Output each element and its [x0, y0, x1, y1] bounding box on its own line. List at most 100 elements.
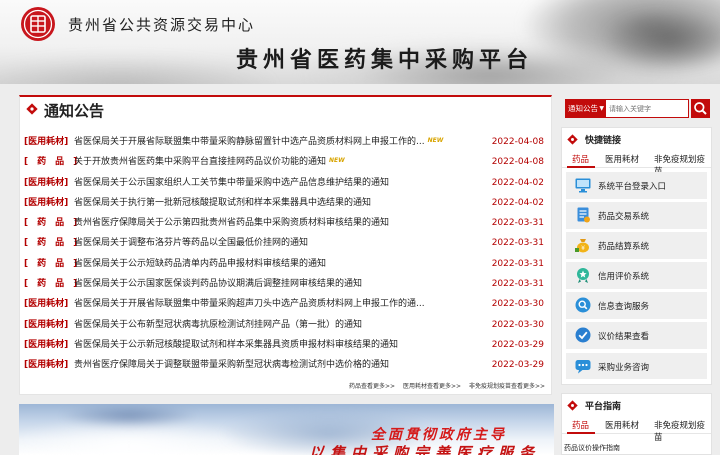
notice-item[interactable]: [医用耗材] 省医保局关于公示国家组织人工关节集中带量采购中选产品信息维护结果的通…: [24, 173, 548, 193]
notice-title-link[interactable]: 贵州省医疗保障局关于公示第四批贵州省药品集中采购资质材料审核结果的通知: [74, 213, 389, 233]
notice-category: [医用耗材]: [24, 177, 69, 188]
notice-title-link[interactable]: 省医保局关于公示国家组织人工关节集中带量采购中选产品信息维护结果的通知: [74, 173, 389, 193]
notice-category: [ 药 品 ]: [24, 238, 78, 249]
notice-item[interactable]: [医用耗材] 省医保局关于执行第一批新冠核酸提取试剂和样本采集器具中选结果的通知 2…: [24, 193, 548, 213]
notice-item[interactable]: [ 药 品 ] 关于开放贵州省医药集中采购平台直接挂网药品议价功能的通知 NEW 20…: [24, 152, 548, 172]
diamond-icon: [567, 400, 578, 411]
quick-link-info-query[interactable]: 信息查询服务: [566, 292, 707, 319]
notice-date: 2022-03-31: [491, 218, 544, 229]
notice-category: [医用耗材]: [24, 339, 69, 350]
quick-link-label: 系统平台登录入口: [598, 182, 667, 192]
money-bag-icon: ¥: [575, 239, 589, 253]
notice-item[interactable]: [医用耗材] 省医保局关于公布新型冠状病毒抗原检测试剂挂网产品（第一批）的通知 20…: [24, 315, 548, 335]
notice-item[interactable]: [医用耗材] 省医保局关于开展省际联盟集中带量采购超声刀头中选产品资质材料网上申报…: [24, 294, 548, 314]
guide-title: 平台指南: [585, 402, 622, 412]
notice-title-link[interactable]: 关于开放贵州省医药集中采购平台直接挂网药品议价功能的通知 NEW: [74, 152, 345, 172]
notice-text: 省医保局关于调整布洛芬片等药品以全国最低价挂网的通知: [74, 238, 309, 249]
quick-links-tabs: 药品 医用耗材 非免疫规划疫苗: [562, 150, 711, 177]
notice-category: [医用耗材]: [24, 299, 69, 310]
active-tab-indicator: [567, 166, 595, 168]
notice-text: 贵州省医疗保障局关于公示第四批贵州省药品集中采购资质材料审核结果的通知: [74, 218, 390, 229]
notice-item[interactable]: [医用耗材] 省医保局关于公示新冠核酸提取试剂和样本采集器具资质申报材料审核结果的…: [24, 335, 548, 355]
quick-link-label: 信用评价系统: [598, 272, 650, 283]
platform-name: 贵州省医药集中采购平台: [236, 47, 534, 73]
search-input[interactable]: [606, 99, 689, 118]
guide-tab-drugs[interactable]: 药品: [572, 419, 589, 431]
guide-tabs: 药品 医用耗材 非免疫规划疫苗: [562, 416, 711, 443]
document-icon: [577, 207, 590, 223]
guide-header: 平台指南: [562, 394, 711, 416]
tab-drugs[interactable]: 药品: [572, 153, 589, 165]
search-icon: [694, 102, 707, 115]
notice-item[interactable]: [医用耗材] 贵州省医疗保障局关于调整联盟带量采购新型冠状病毒检测试剂中选价格的通…: [24, 355, 548, 375]
quick-link-credit[interactable]: 信用评价系统: [566, 262, 707, 289]
guide-tab-consumables[interactable]: 医用耗材: [605, 419, 639, 431]
search-icon: [575, 297, 591, 313]
cloud: [59, 404, 199, 428]
quick-links-panel: 快捷链接 药品 医用耗材 非免疫规划疫苗 系统平台登录入口 药品交易系: [561, 127, 712, 385]
notice-title-link[interactable]: 省医保局关于开展省际联盟集中带量采购超声刀头中选产品资质材料网上申报工作的通..…: [74, 294, 425, 314]
notice-title: 通知公告: [44, 102, 105, 120]
chat-icon: [575, 359, 591, 374]
quick-link-negotiation[interactable]: 议价结果查看: [566, 322, 707, 349]
diamond-icon: [567, 134, 578, 145]
notice-text: 省医保局关于公示短缺药品清单内药品申报材料审核结果的通知: [74, 258, 327, 269]
notice-title-link[interactable]: 省医保局关于公示新冠核酸提取试剂和样本采集器具资质申报材料审核结果的通知: [74, 335, 398, 355]
quick-link-drug-trading[interactable]: 药品交易系统: [566, 202, 707, 229]
search-button[interactable]: [691, 99, 710, 118]
quick-link-consulting[interactable]: 采购业务咨询: [566, 352, 707, 380]
more-link-drugs[interactable]: 药品查看更多>>: [349, 383, 395, 390]
logo-icon[interactable]: [20, 6, 56, 42]
notice-date: 2022-04-02: [491, 177, 544, 188]
notice-text: 省医保局关于公示国家组织人工关节集中带量采购中选产品信息维护结果的通知: [74, 177, 390, 188]
notice-category: [医用耗材]: [24, 360, 69, 371]
more-link-consumables[interactable]: 医用耗材查看更多>>: [403, 383, 461, 390]
notice-title-link[interactable]: 省医保局关于公示短缺药品清单内药品申报材料审核结果的通知: [74, 254, 326, 274]
quick-link-label: 议价结果查看: [598, 332, 650, 343]
guide-item[interactable]: 药品议价操作指南: [564, 443, 620, 453]
notice-item[interactable]: [ 药 品 ] 贵州省医疗保障局关于公示第四批贵州省药品集中采购资质材料审核结果的…: [24, 213, 548, 233]
quick-link-settlement[interactable]: ¥ 药品结算系统: [566, 232, 707, 259]
notice-date: 2022-03-30: [491, 319, 544, 330]
quick-link-label: 采购业务咨询: [598, 362, 650, 373]
notice-item[interactable]: [ 药 品 ] 省医保局关于调整布洛芬片等药品以全国最低价挂网的通知 2022-03…: [24, 233, 548, 253]
notice-title-link[interactable]: 省医保局关于公示国家医保谈判药品协议期满后调整挂网审核结果的通知: [74, 274, 362, 294]
promo-banner[interactable]: 全面贯彻政府主导 以集中采购完善医疗服务: [19, 404, 554, 455]
notice-date: 2022-03-29: [491, 360, 544, 371]
new-badge: NEW: [329, 157, 345, 165]
new-badge: NEW: [427, 137, 444, 144]
notice-text: 省医保局关于开展省际联盟集中带量采购静脉留置针中选产品资质材料网上申报工作的..…: [74, 137, 425, 147]
more-link-vaccines[interactable]: 非免疫规划疫苗查看更多>>: [469, 383, 545, 390]
notice-item[interactable]: [ 药 品 ] 省医保局关于公示国家医保谈判药品协议期满后调整挂网审核结果的通知 2…: [24, 274, 548, 294]
org-name: 贵州省公共资源交易中心: [68, 16, 256, 34]
search-category-select[interactable]: 通知公告 ▼: [565, 99, 606, 118]
notice-text: 省医保局关于公示国家医保谈判药品协议期满后调整挂网审核结果的通知: [74, 279, 363, 290]
notice-date: 2022-03-29: [491, 339, 544, 350]
monitor-icon: [575, 178, 591, 193]
quick-link-label: 药品交易系统: [598, 212, 650, 223]
notice-title-link[interactable]: 省医保局关于执行第一批新冠核酸提取试剂和样本采集器具中选结果的通知: [74, 193, 371, 213]
banner-slogan-1: 全面贯彻政府主导: [371, 427, 507, 443]
notice-title-link[interactable]: 省医保局关于调整布洛芬片等药品以全国最低价挂网的通知: [74, 233, 308, 253]
notice-date: 2022-03-31: [491, 258, 544, 269]
notice-item[interactable]: [医用耗材] 省医保局关于开展省际联盟集中带量采购静脉留置针中选产品资质材料网上申…: [24, 132, 548, 152]
active-tab-indicator: [567, 432, 595, 434]
tab-consumables[interactable]: 医用耗材: [605, 153, 639, 165]
notice-date: 2022-04-08: [491, 157, 544, 168]
notice-item[interactable]: [ 药 品 ] 省医保局关于公示短缺药品清单内药品申报材料审核结果的通知 2022-…: [24, 254, 548, 274]
notice-list: [医用耗材] 省医保局关于开展省际联盟集中带量采购静脉留置针中选产品资质材料网上申…: [24, 132, 548, 376]
notice-text: 省医保局关于开展省际联盟集中带量采购超声刀头中选产品资质材料网上申报工作的通..…: [74, 299, 425, 310]
notice-title-link[interactable]: 省医保局关于公布新型冠状病毒抗原检测试剂挂网产品（第一批）的通知: [74, 315, 362, 335]
guide-tab-vaccines[interactable]: 非免疫规划疫苗: [654, 419, 711, 443]
notice-category: [ 药 品 ]: [24, 218, 78, 229]
chevron-down-icon: ▼: [599, 105, 604, 112]
notice-title-link[interactable]: 省医保局关于开展省际联盟集中带量采购静脉留置针中选产品资质材料网上申报工作的..…: [74, 132, 443, 152]
notice-title-link[interactable]: 贵州省医疗保障局关于调整联盟带量采购新型冠状病毒检测试剂中选价格的通知: [74, 355, 389, 375]
quick-links-header: 快捷链接: [562, 128, 711, 150]
quick-link-login[interactable]: 系统平台登录入口: [566, 172, 707, 199]
check-icon: [575, 327, 591, 343]
quick-links-list: 系统平台登录入口 药品交易系统 ¥ 药品结算系统 信用评价系统 信息查询服务 议…: [562, 168, 711, 380]
quick-links-title: 快捷链接: [585, 136, 622, 146]
notice-header: 通知公告: [20, 97, 551, 123]
platform-guide-panel: 平台指南 药品 医用耗材 非免疫规划疫苗 药品议价操作指南: [561, 393, 712, 455]
